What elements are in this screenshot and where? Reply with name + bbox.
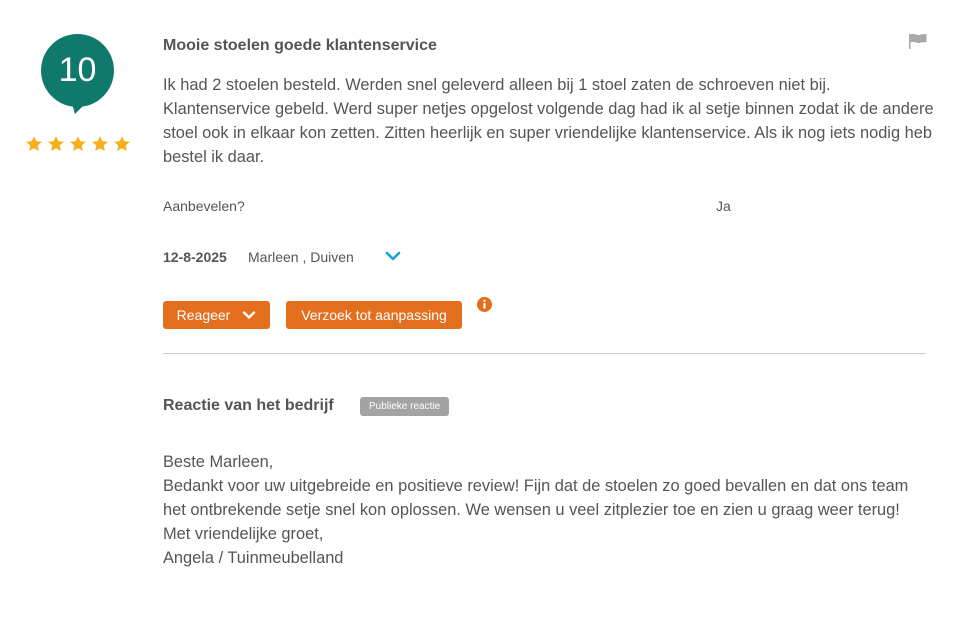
chevron-down-icon <box>243 311 256 319</box>
request-change-button[interactable]: Verzoek tot aanpassing <box>286 301 462 329</box>
recommend-label: Aanbevelen? <box>163 198 245 214</box>
response-line: Bedankt voor uw uitgebreide en positieve… <box>163 477 909 519</box>
public-response-badge: Publieke reactie <box>360 397 450 416</box>
review-title: Mooie stoelen goede klantenservice <box>163 37 437 54</box>
review-date: 12-8-2025 <box>163 249 227 265</box>
response-line: Met vriendelijke groet, <box>163 525 324 543</box>
star-rating <box>25 135 131 153</box>
reply-button[interactable]: Reageer <box>163 301 270 329</box>
reply-button-label: Reageer <box>176 307 231 323</box>
star-icon <box>92 136 108 152</box>
divider <box>163 353 926 354</box>
company-response-text: Beste Marleen, Bedankt voor uw uitgebrei… <box>163 450 933 570</box>
score-badge: 10 <box>41 34 114 114</box>
response-line: Angela / Tuinmeubelland <box>163 549 344 567</box>
recommend-value: Ja <box>716 198 731 214</box>
review-score: 10 <box>58 51 97 89</box>
response-line: Beste Marleen, <box>163 453 274 471</box>
star-icon <box>26 136 42 152</box>
star-icon <box>70 136 86 152</box>
info-icon[interactable] <box>477 297 492 312</box>
chevron-down-icon[interactable] <box>384 249 402 263</box>
flag-icon[interactable] <box>908 33 927 49</box>
request-change-label: Verzoek tot aanpassing <box>301 307 447 323</box>
review-text: Ik had 2 stoelen besteld. Werden snel ge… <box>163 76 934 166</box>
star-icon <box>114 136 130 152</box>
review-author: Marleen , Duiven <box>248 249 354 265</box>
star-icon <box>48 136 64 152</box>
company-response-title: Reactie van het bedrijf <box>163 397 334 414</box>
